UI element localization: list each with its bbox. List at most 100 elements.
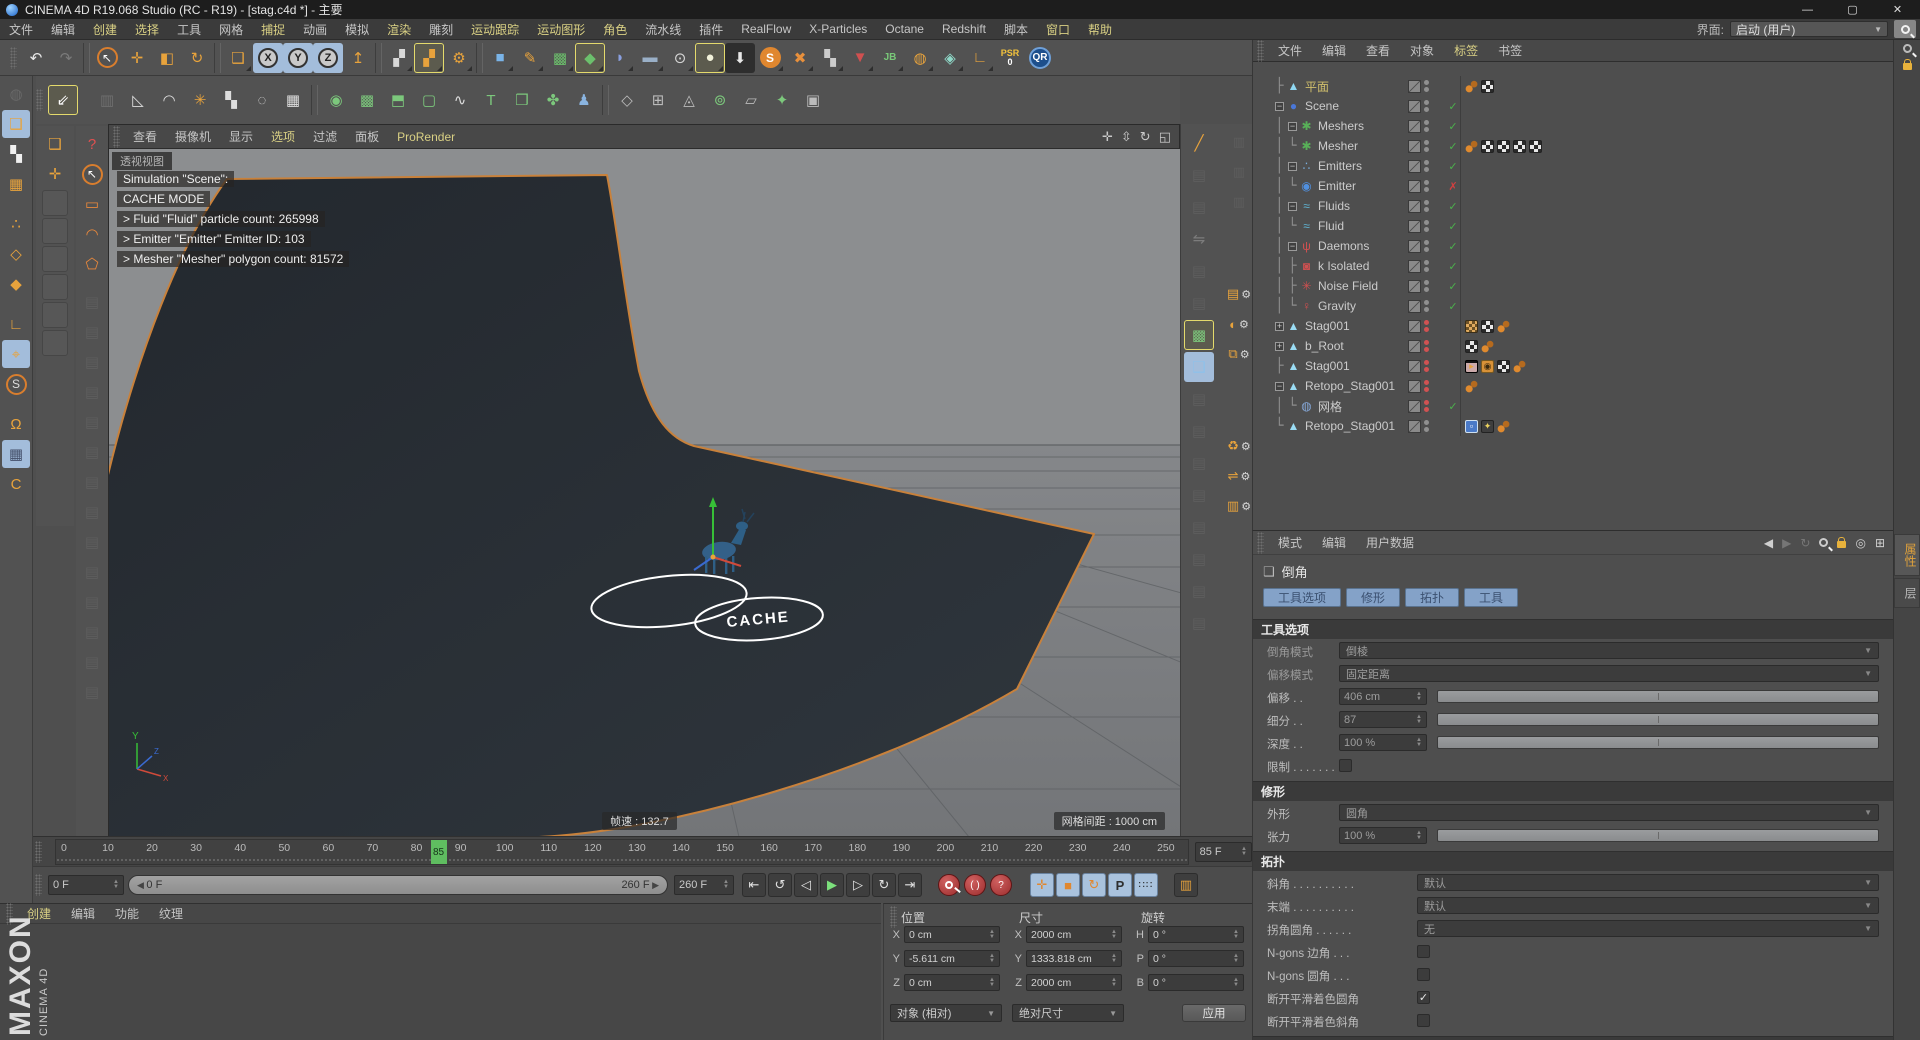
object-row[interactable]: │└◍网格✓ xyxy=(1253,396,1893,416)
close-button[interactable]: ✕ xyxy=(1875,0,1920,19)
menu-item-8[interactable]: 模拟 xyxy=(336,21,378,38)
inactive-tool-icon[interactable]: ▤ xyxy=(78,408,106,436)
menu-item-1[interactable]: 编辑 xyxy=(1312,42,1356,59)
content-browser-icon[interactable]: ⬇ xyxy=(725,43,755,73)
checker-tag-icon[interactable] xyxy=(1513,140,1526,153)
size-value-field[interactable]: 2000 cm▲▼ xyxy=(1026,974,1122,991)
enable-toggle[interactable] xyxy=(1408,100,1421,113)
inactive-tool-icon[interactable]: ▤ xyxy=(78,648,106,676)
menu-item-19[interactable]: Redshift xyxy=(933,22,995,36)
menu-item-0[interactable]: 查看 xyxy=(124,128,166,145)
attribute-tab-0[interactable]: 工具选项 xyxy=(1263,588,1341,607)
object-row[interactable]: └▲Retopo_Stag001▫✦ xyxy=(1253,416,1893,436)
attribute-dropdown[interactable]: 圆角▼ xyxy=(1339,804,1879,821)
step-points-icon[interactable]: ▚ xyxy=(216,85,246,115)
empty-slot[interactable] xyxy=(42,330,68,356)
enable-toggle[interactable] xyxy=(1408,320,1421,333)
visibility-dots[interactable] xyxy=(1424,380,1429,392)
object-row[interactable]: │└♀Gravity✓ xyxy=(1253,296,1893,316)
lock-y-axis-icon[interactable]: Y xyxy=(283,43,313,73)
record-keyframe-button[interactable] xyxy=(938,874,960,896)
checker-tag-icon[interactable] xyxy=(1529,140,1542,153)
menu-item-5[interactable]: 面板 xyxy=(346,128,388,145)
attribute-dropdown[interactable]: 默认▼ xyxy=(1417,897,1879,914)
cube-active-icon[interactable]: ❑ xyxy=(1184,352,1214,382)
back-icon[interactable]: ◀ xyxy=(1764,536,1773,550)
spinner-arrows[interactable]: ▲▼ xyxy=(989,954,995,964)
play-button[interactable]: ▶ xyxy=(820,873,844,897)
spinner-arrows[interactable]: ▲▼ xyxy=(1416,738,1422,748)
object-row[interactable]: │└≈Fluid✓ xyxy=(1253,216,1893,236)
attribute-slider[interactable] xyxy=(1437,690,1879,703)
attribute-tab-3[interactable]: 工具 xyxy=(1464,588,1518,607)
goto-end-button[interactable]: ⇥ xyxy=(898,873,922,897)
filmstrip-button[interactable]: ▥ xyxy=(1174,873,1198,897)
menu-item-14[interactable]: 流水线 xyxy=(636,21,690,38)
render-view-icon[interactable]: ▞ xyxy=(384,43,414,73)
inactive-tool-icon[interactable]: ▤ xyxy=(1184,544,1214,574)
inactive-tool-icon[interactable]: ▤ xyxy=(1184,160,1214,190)
inactive-tool-icon[interactable]: ▤ xyxy=(78,618,106,646)
loop-ccw-button[interactable]: ↺ xyxy=(768,873,792,897)
rotate-tool-icon[interactable]: ↻ xyxy=(182,43,212,73)
generic-f-icon[interactable]: ✦ xyxy=(767,85,797,115)
inactive-tool-icon[interactable]: ▤ xyxy=(1184,480,1214,510)
visibility-dots[interactable] xyxy=(1424,420,1429,432)
render-to-picture-viewer-icon[interactable]: ▞ xyxy=(414,43,444,73)
cube-tool-icon[interactable]: ❑ xyxy=(41,130,69,158)
live-selection--icon[interactable]: ↖ xyxy=(78,160,106,188)
attribute-slider[interactable] xyxy=(1437,713,1879,726)
undo-icon[interactable]: ↶ xyxy=(21,43,51,73)
menu-item-6[interactable]: ProRender xyxy=(388,130,464,144)
selection-path-icon[interactable]: ◠ xyxy=(154,85,184,115)
visibility-dots[interactable] xyxy=(1424,280,1429,292)
menu-item-1[interactable]: 摄像机 xyxy=(166,128,220,145)
spinner-arrows[interactable]: ▲▼ xyxy=(113,880,119,890)
menu-item-3[interactable]: 选择 xyxy=(126,21,168,38)
dots-tag-icon[interactable] xyxy=(1513,360,1526,373)
spline-pen-icon[interactable]: ✎ xyxy=(515,43,545,73)
visibility-dots[interactable] xyxy=(1424,180,1429,192)
visibility-dots[interactable] xyxy=(1424,100,1429,112)
checker-tag-icon[interactable] xyxy=(1481,80,1494,93)
lock-icon[interactable] xyxy=(1837,541,1846,548)
visibility-dots[interactable] xyxy=(1424,400,1429,412)
new-panel-icon[interactable]: ⊞ xyxy=(1875,536,1885,550)
object-row[interactable]: ├▲Stag001▸◉ xyxy=(1253,356,1893,376)
attribute-checkbox[interactable]: ✓ xyxy=(1417,991,1430,1004)
attribute-value-field[interactable]: 87▲▼ xyxy=(1339,711,1427,728)
collapse-icon[interactable]: − xyxy=(1288,202,1297,211)
disabled-cross-icon[interactable]: ✗ xyxy=(1446,180,1460,193)
spinner-arrows[interactable]: ▲▼ xyxy=(723,880,729,890)
points-mode-icon[interactable]: ∴ xyxy=(2,210,30,238)
object-row[interactable]: −▲Retopo_Stag001 xyxy=(1253,376,1893,396)
checker-tag-icon[interactable] xyxy=(1497,140,1510,153)
magnet-brush-icon[interactable]: ✳ xyxy=(185,85,215,115)
lock-workplane-icon[interactable]: ▦ xyxy=(2,440,30,468)
instance-object-icon[interactable]: ❒ xyxy=(507,85,537,115)
search-button[interactable] xyxy=(1894,20,1916,38)
uv-edit-icon[interactable]: ▥ xyxy=(92,85,122,115)
lock-icon[interactable] xyxy=(1903,63,1912,70)
psr-reset-icon[interactable]: PSR0 xyxy=(995,43,1025,73)
panel-grip[interactable] xyxy=(890,906,897,928)
attribute-tab-2[interactable]: 拓扑 xyxy=(1405,588,1459,607)
collapse-icon[interactable]: − xyxy=(1275,102,1284,111)
attribute-slider[interactable] xyxy=(1437,736,1879,749)
dots-tag-icon[interactable] xyxy=(1497,420,1510,433)
enabled-check-icon[interactable]: ✓ xyxy=(1446,140,1460,153)
visibility-dots[interactable] xyxy=(1424,200,1429,212)
mirror-tool-icon[interactable]: ⇋ xyxy=(1184,224,1214,254)
size-value-field[interactable]: 1333.818 cm▲▼ xyxy=(1026,950,1122,967)
floor-object-icon[interactable]: ▬ xyxy=(635,43,665,73)
expand-icon[interactable]: + xyxy=(1275,322,1284,331)
visibility-dots[interactable] xyxy=(1424,240,1429,252)
enable-toggle[interactable] xyxy=(1408,240,1421,253)
menu-item-10[interactable]: 雕刻 xyxy=(420,21,462,38)
menu-item-5[interactable]: 书签 xyxy=(1488,42,1532,59)
dock-tab-layers[interactable]: 层 xyxy=(1894,578,1920,608)
grid-points-icon[interactable]: ▦ xyxy=(278,85,308,115)
win-tag-icon[interactable]: ▫ xyxy=(1465,420,1478,433)
dock-tab-attributes[interactable]: 属性 xyxy=(1894,534,1920,576)
attribute-checkbox[interactable] xyxy=(1417,1014,1430,1027)
